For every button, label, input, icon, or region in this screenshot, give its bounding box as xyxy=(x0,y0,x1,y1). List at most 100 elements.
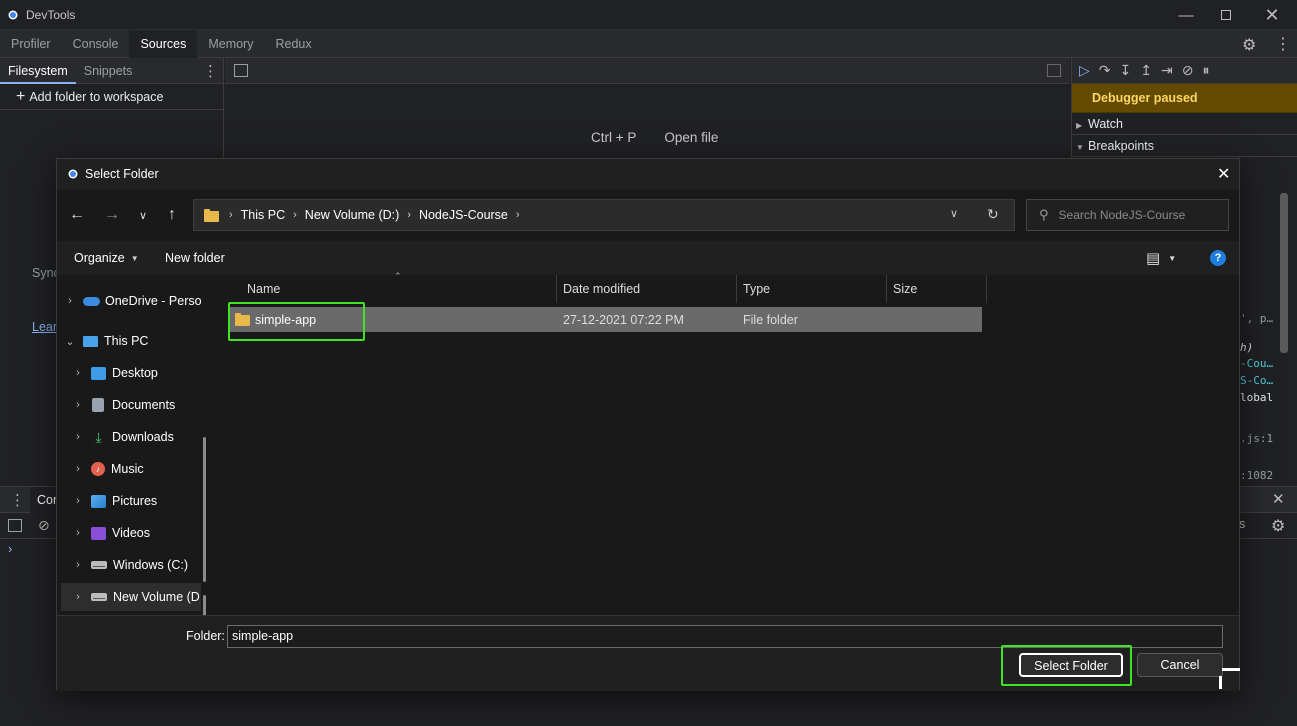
dialog-titlebar: Select Folder ✕ xyxy=(57,159,1239,189)
tree-item-label: Windows (C:) xyxy=(113,558,189,572)
resume-icon[interactable]: ▷​ xyxy=(1079,62,1090,79)
console-prompt-icon[interactable]: › xyxy=(8,541,12,556)
refresh-icon[interactable]: ↻ xyxy=(987,206,999,223)
tree-item-label: New Volume (D xyxy=(113,590,200,604)
file-type: File folder xyxy=(743,313,798,327)
toggle-navigator-icon[interactable] xyxy=(234,64,248,77)
maximize-icon[interactable] xyxy=(1203,0,1249,30)
tab-filesystem[interactable]: Filesystem xyxy=(0,58,76,84)
recent-locations-chevron-icon[interactable]: ∨ xyxy=(128,200,158,230)
window-title: DevTools xyxy=(26,8,76,22)
console-settings-icon[interactable]: ⚙ xyxy=(1271,516,1285,536)
chevron-right-icon: › xyxy=(76,463,80,475)
plus-icon: + xyxy=(16,87,26,105)
tree-item-label: OneDrive - Perso xyxy=(105,294,202,308)
tab-memory[interactable]: Memory xyxy=(197,30,264,58)
step-out-icon[interactable]: ↥ xyxy=(1140,62,1152,79)
tree-item-this-pc[interactable]: ⌄ This PC xyxy=(63,329,213,353)
navigation-tree: › OneDrive - Perso ⌄ This PC › Desktop ›… xyxy=(57,275,215,615)
breadcrumb-nodejs-course[interactable]: NodeJS-Course xyxy=(419,208,508,222)
address-dropdown-icon[interactable]: ∨ xyxy=(950,207,958,220)
tab-snippets[interactable]: Snippets xyxy=(76,58,141,84)
chevron-right-icon: › xyxy=(76,527,80,539)
forward-arrow-icon[interactable]: → xyxy=(97,200,127,230)
chevron-right-icon: › xyxy=(68,295,72,307)
organize-label: Organize xyxy=(74,251,125,265)
tree-scrollbar[interactable] xyxy=(203,595,206,615)
tree-scrollbar-thumb[interactable] xyxy=(203,437,206,582)
address-bar[interactable]: › This PC › New Volume (D:) › NodeJS-Cou… xyxy=(193,199,1015,231)
drawer-menu-icon[interactable]: ⋮ xyxy=(10,491,25,509)
step-icon[interactable]: ⇥ xyxy=(1161,62,1173,79)
navigator-more-icon[interactable]: ⋮ xyxy=(203,62,218,80)
editor-toolbar xyxy=(225,58,1070,84)
tree-item-music[interactable]: › ♪ Music xyxy=(71,457,215,481)
highlight-select-folder xyxy=(1001,645,1132,686)
add-folder-button[interactable]: + Add folder to workspace xyxy=(0,84,223,110)
column-header-date-modified[interactable]: Date modified xyxy=(557,275,737,303)
tree-item-downloads[interactable]: › ⤓ Downloads xyxy=(71,425,215,449)
shortcut-key: Ctrl + P xyxy=(591,130,637,145)
step-over-icon[interactable]: ↷ xyxy=(1099,62,1111,79)
section-breakpoints[interactable]: ▼ Breakpoints xyxy=(1072,135,1297,157)
section-watch[interactable]: ▶ Watch xyxy=(1072,113,1297,135)
details-view-icon: ▤ xyxy=(1146,250,1161,267)
tree-item-label: Videos xyxy=(112,526,150,540)
learn-more-link[interactable]: Lear xyxy=(32,320,57,334)
close-drawer-icon[interactable]: ✕ xyxy=(1272,490,1285,508)
toggle-debugger-icon[interactable] xyxy=(1047,64,1061,77)
column-header-size[interactable]: Size xyxy=(887,275,987,303)
tree-item-documents[interactable]: › Documents xyxy=(71,393,215,417)
console-sidebar-icon[interactable] xyxy=(8,519,22,532)
search-box[interactable]: ⚲ Search NodeJS-Course xyxy=(1026,199,1229,231)
tab-redux[interactable]: Redux xyxy=(264,30,322,58)
pictures-icon xyxy=(91,494,106,508)
code-fragment: -Cou… xyxy=(1240,357,1274,370)
tree-item-onedrive[interactable]: › OneDrive - Perso xyxy=(63,289,213,313)
more-options-icon[interactable]: ⋮ xyxy=(1275,34,1291,54)
column-header-name[interactable]: Name xyxy=(241,275,557,303)
close-window-icon[interactable]: ✕ xyxy=(1249,0,1295,30)
column-header-type[interactable]: Type xyxy=(737,275,887,303)
back-arrow-icon[interactable]: ← xyxy=(62,200,92,230)
tree-item-pictures[interactable]: › Pictures xyxy=(71,489,215,513)
folder-icon xyxy=(204,208,219,222)
tree-item-new-volume-d[interactable]: › New Volume (D xyxy=(61,583,201,611)
code-fragment: .js:1 xyxy=(1240,432,1274,445)
view-options-button[interactable]: ▤ ▼ xyxy=(1146,249,1176,267)
breadcrumb-this-pc[interactable]: This PC xyxy=(241,208,285,222)
tab-profiler[interactable]: Profiler xyxy=(0,30,62,58)
organize-button[interactable]: Organize ▼ xyxy=(74,251,139,265)
settings-gear-icon[interactable]: ⚙ xyxy=(1242,35,1256,55)
tree-item-label: Documents xyxy=(112,398,176,412)
file-list-view: ⌃ Name Date modified Type Size simple-ap… xyxy=(217,271,1239,615)
chevron-right-icon: › xyxy=(76,591,80,603)
tab-sources[interactable]: Sources xyxy=(129,29,198,58)
tree-item-windows-c[interactable]: › Windows (C:) xyxy=(71,553,215,577)
tree-item-label: Desktop xyxy=(112,366,158,380)
step-into-icon[interactable]: ↧ xyxy=(1120,62,1132,79)
drive-icon xyxy=(91,561,107,569)
resize-edge xyxy=(1222,668,1240,671)
debugger-toolbar: ▷​ ↷ ↧ ↥ ⇥ ⊘ ⏸ xyxy=(1072,58,1297,84)
tree-item-label: This PC xyxy=(104,334,149,348)
breadcrumb-new-volume[interactable]: New Volume (D:) xyxy=(305,208,399,222)
chevron-down-icon: ⌄ xyxy=(65,335,75,348)
tree-item-desktop[interactable]: › Desktop xyxy=(71,361,215,385)
devtools-main-tabs: Profiler Console Sources Memory Redux ⚙ … xyxy=(0,29,1297,58)
up-arrow-icon[interactable]: ↑ xyxy=(157,200,187,230)
new-folder-button[interactable]: New folder xyxy=(165,251,225,265)
breadcrumb-separator-icon: › xyxy=(229,209,233,221)
deactivate-breakpoints-icon[interactable]: ⊘ xyxy=(1182,62,1194,79)
pause-on-exceptions-icon[interactable]: ⏸ xyxy=(1202,62,1209,79)
cancel-button[interactable]: Cancel xyxy=(1137,653,1223,677)
debugger-scrollbar[interactable] xyxy=(1280,193,1288,353)
organize-dropdown-icon: ▼ xyxy=(130,253,139,263)
close-dialog-icon[interactable]: ✕ xyxy=(1217,164,1230,184)
help-icon[interactable]: ? xyxy=(1210,250,1226,266)
documents-icon xyxy=(92,398,104,412)
dialog-title: Select Folder xyxy=(85,167,159,181)
tab-console[interactable]: Console xyxy=(62,30,130,58)
clear-console-icon[interactable]: ⊘ xyxy=(38,517,50,534)
tree-item-videos[interactable]: › Videos xyxy=(71,521,215,545)
